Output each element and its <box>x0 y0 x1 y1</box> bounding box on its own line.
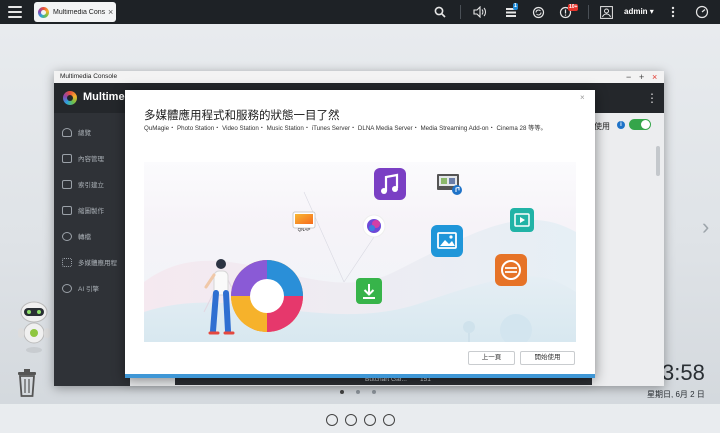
sidebar-item-label: AI 引擎 <box>78 286 99 293</box>
person-illustration <box>204 259 235 335</box>
recycle-bin-icon[interactable] <box>16 368 38 398</box>
qnap-robot-mascot-icon[interactable] <box>14 300 54 355</box>
notification-badge: 1 <box>513 3 518 10</box>
info-icon[interactable]: i <box>617 121 625 129</box>
sidebar-item-multimedia-apps[interactable]: 多媒體應用程 <box>62 253 117 271</box>
more-options-icon[interactable] <box>668 0 678 24</box>
dialog-progress-bar <box>125 374 595 378</box>
user-avatar-icon[interactable] <box>598 0 614 24</box>
app-more-options-icon[interactable]: ⋮ <box>646 91 658 105</box>
desktop-clock: 3:58 <box>662 360 705 385</box>
sidebar-item-label: 內容管理 <box>78 156 104 163</box>
tab-multimedia-console[interactable]: Multimedia Cons... × <box>34 2 116 22</box>
minimize-button[interactable]: − <box>626 71 631 83</box>
download-station-icon <box>356 278 382 304</box>
page-dot[interactable] <box>372 390 376 394</box>
media-streaming-icon <box>437 174 462 195</box>
sync-icon[interactable] <box>529 0 547 24</box>
sidebar-item-label: 總覽 <box>78 130 91 137</box>
multimedia-console-icon <box>38 6 49 18</box>
video-station-icon <box>510 208 534 232</box>
sidebar-item-thumbnail[interactable]: 縮圖製作 <box>62 201 104 219</box>
dialog-subtitle: QuMagie・ Photo Station・ Video Station・ M… <box>144 125 547 132</box>
sidebar-item-ai-engine[interactable]: AI 引擎 <box>62 279 99 297</box>
music-station-icon <box>374 168 406 200</box>
dock-icon-3[interactable] <box>364 414 376 426</box>
tab-label: Multimedia Cons... <box>53 8 105 16</box>
app-logo-icon <box>63 91 77 105</box>
multimedia-console-logo-icon <box>231 260 303 332</box>
background-tasks-icon[interactable]: 1 <box>502 0 520 24</box>
content-scrollbar[interactable] <box>656 146 660 176</box>
user-menu[interactable]: admin ▾ <box>624 0 654 24</box>
maximize-button[interactable]: + <box>639 71 644 83</box>
sidebar-item-overview[interactable]: 總覽 <box>62 123 91 141</box>
bottom-dock-icons <box>326 414 395 426</box>
dialog-title: 多媒體應用程式和服務的狀態一目了然 <box>144 110 340 122</box>
window-title[interactable]: Multimedia Console <box>54 71 664 83</box>
transcoding-icon <box>495 254 527 286</box>
dashboard-icon[interactable] <box>693 0 711 24</box>
gauge-icon <box>62 127 72 137</box>
previous-button[interactable]: 上一頁 <box>468 351 515 365</box>
sidebar-item-transcode[interactable]: 轉檔 <box>62 227 91 245</box>
feature-illustration: QNAP <box>144 162 576 342</box>
sidebar: 總覽 內容管理 索引建立 縮圖製作 轉檔 多媒體應用程 AI 引擎 <box>54 113 130 386</box>
sidebar-item-label: 縮圖製作 <box>78 208 104 215</box>
desktop-date: 星期日, 6月 2 日 <box>647 390 705 399</box>
image-icon <box>62 205 72 215</box>
sidebar-item-label: 多媒體應用程 <box>78 260 117 267</box>
dock-icon-4[interactable] <box>383 414 395 426</box>
transcode-icon <box>62 231 72 241</box>
qumagie-icon <box>362 214 386 238</box>
sidebar-item-label: 索引建立 <box>78 182 104 189</box>
main-menu-icon[interactable] <box>8 4 22 20</box>
event-notification-icon[interactable]: 10+ <box>556 0 579 24</box>
dialog-close-icon[interactable]: × <box>580 93 585 102</box>
photo-station-icon <box>431 225 463 257</box>
taskbar: Multimedia Cons... × 1 10+ admin ▾ <box>0 0 720 24</box>
qnap-tv-icon: QNAP <box>292 211 316 232</box>
desktop-page-indicator[interactable] <box>340 390 376 394</box>
qnap-label: QNAP <box>298 227 311 232</box>
taskbar-divider <box>460 5 461 19</box>
dock-icon-2[interactable] <box>345 414 357 426</box>
get-started-button[interactable]: 開始使用 <box>520 351 575 365</box>
taskbar-divider <box>588 5 589 19</box>
dock-icon-1[interactable] <box>326 414 338 426</box>
next-page-arrow-icon[interactable]: › <box>702 214 709 240</box>
tab-close-icon[interactable]: × <box>108 7 113 17</box>
welcome-dialog: × 多媒體應用程式和服務的狀態一目了然 QuMagie・ Photo Stati… <box>125 90 595 378</box>
close-window-button[interactable]: × <box>652 71 657 83</box>
ai-icon <box>62 283 72 293</box>
sidebar-item-indexing[interactable]: 索引建立 <box>62 175 104 193</box>
search-icon[interactable] <box>432 0 448 24</box>
event-badge: 10+ <box>568 4 579 11</box>
folder-icon <box>62 153 72 163</box>
enable-label: 使用 <box>594 122 610 131</box>
page-dot[interactable] <box>356 390 360 394</box>
volume-icon[interactable] <box>471 0 489 24</box>
sidebar-item-content-management[interactable]: 內容管理 <box>62 149 104 167</box>
enable-toggle[interactable] <box>629 119 651 130</box>
apps-icon <box>62 257 72 267</box>
page-dot[interactable] <box>340 390 344 394</box>
sidebar-item-label: 轉檔 <box>78 234 91 241</box>
index-icon <box>62 179 72 189</box>
